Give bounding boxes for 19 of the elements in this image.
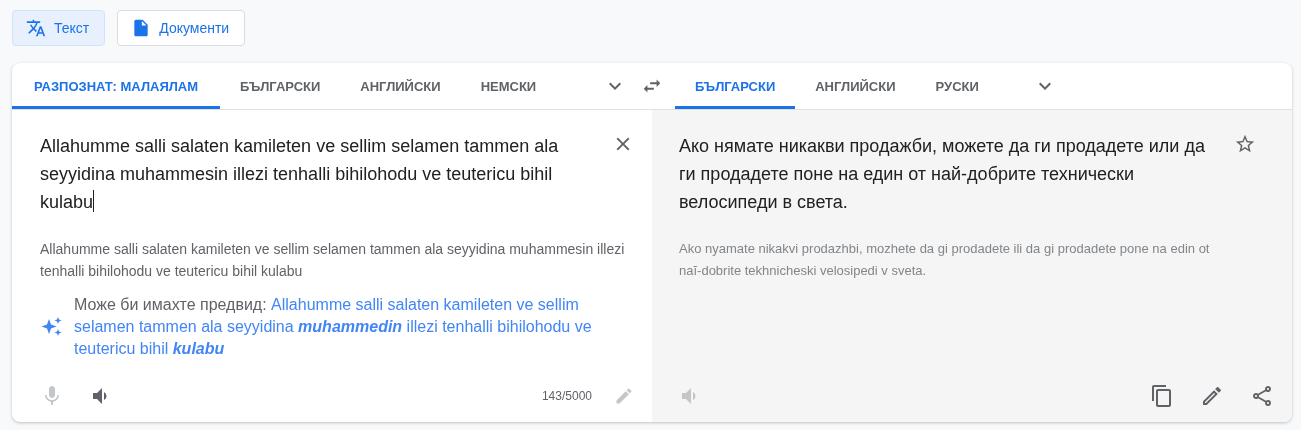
source-text-field[interactable]: Allahumme salli salaten kamileten ve sellim selamen tammen ala seyyidina muhammesin illezi tenhalli bihilohodu ve teutericu bihil kulabu bbox=[40, 132, 602, 216]
share-icon[interactable] bbox=[1250, 384, 1274, 408]
transliteration-text: Allahumme salli salaten kamileten ve sellim selamen tammen ala seyyidina muhammesin illezi tenhalli bihilohodu ve teutericu bihil kulabu bbox=[40, 240, 626, 281]
mode-button[interactable]: Документи bbox=[117, 10, 246, 46]
target-language-tab[interactable]: РУСКИ bbox=[915, 66, 999, 109]
source-language-tab[interactable]: АНГЛИЙСКИ bbox=[340, 66, 461, 109]
did-you-mean-suggestion[interactable]: Може би имахте предвид: Allahumme salli salaten kamileten ve sellim selamen tammen ala seyyidina muhammedin illezi tenhalli bihilohodu ve teutericu bihil kulabu bbox=[74, 294, 634, 360]
star-icon[interactable] bbox=[1234, 133, 1256, 155]
translate-icon bbox=[26, 18, 46, 38]
source-language-tab[interactable]: НЕМСКИ bbox=[460, 66, 557, 109]
copy-icon[interactable] bbox=[1150, 384, 1174, 408]
transliteration-text: Ako nyamate nikakvi prodazhbi, mozhete da gi prodadete ili da gi prodadete pone na edin ot naĭ-dobrite tekhnicheski velosipedi v sveta. bbox=[679, 240, 1211, 280]
source-language-tab[interactable]: БЪЛГАРСКИ bbox=[220, 66, 341, 109]
translation-text: Ако нямате никакви продажби, можете да ги продадете или да ги продадете поне на един от най-добрите технически велосипеди в света. bbox=[679, 135, 1206, 214]
mode-button[interactable]: Текст bbox=[12, 10, 106, 46]
source-language-tab[interactable]: РАЗПОЗНАТ: МАЛАЯЛАМ bbox=[12, 66, 221, 109]
pencil-icon[interactable] bbox=[1200, 384, 1224, 408]
target-language-tab[interactable]: АНГЛИЙСКИ bbox=[795, 66, 916, 109]
character-count: 143/5000 bbox=[541, 389, 592, 403]
